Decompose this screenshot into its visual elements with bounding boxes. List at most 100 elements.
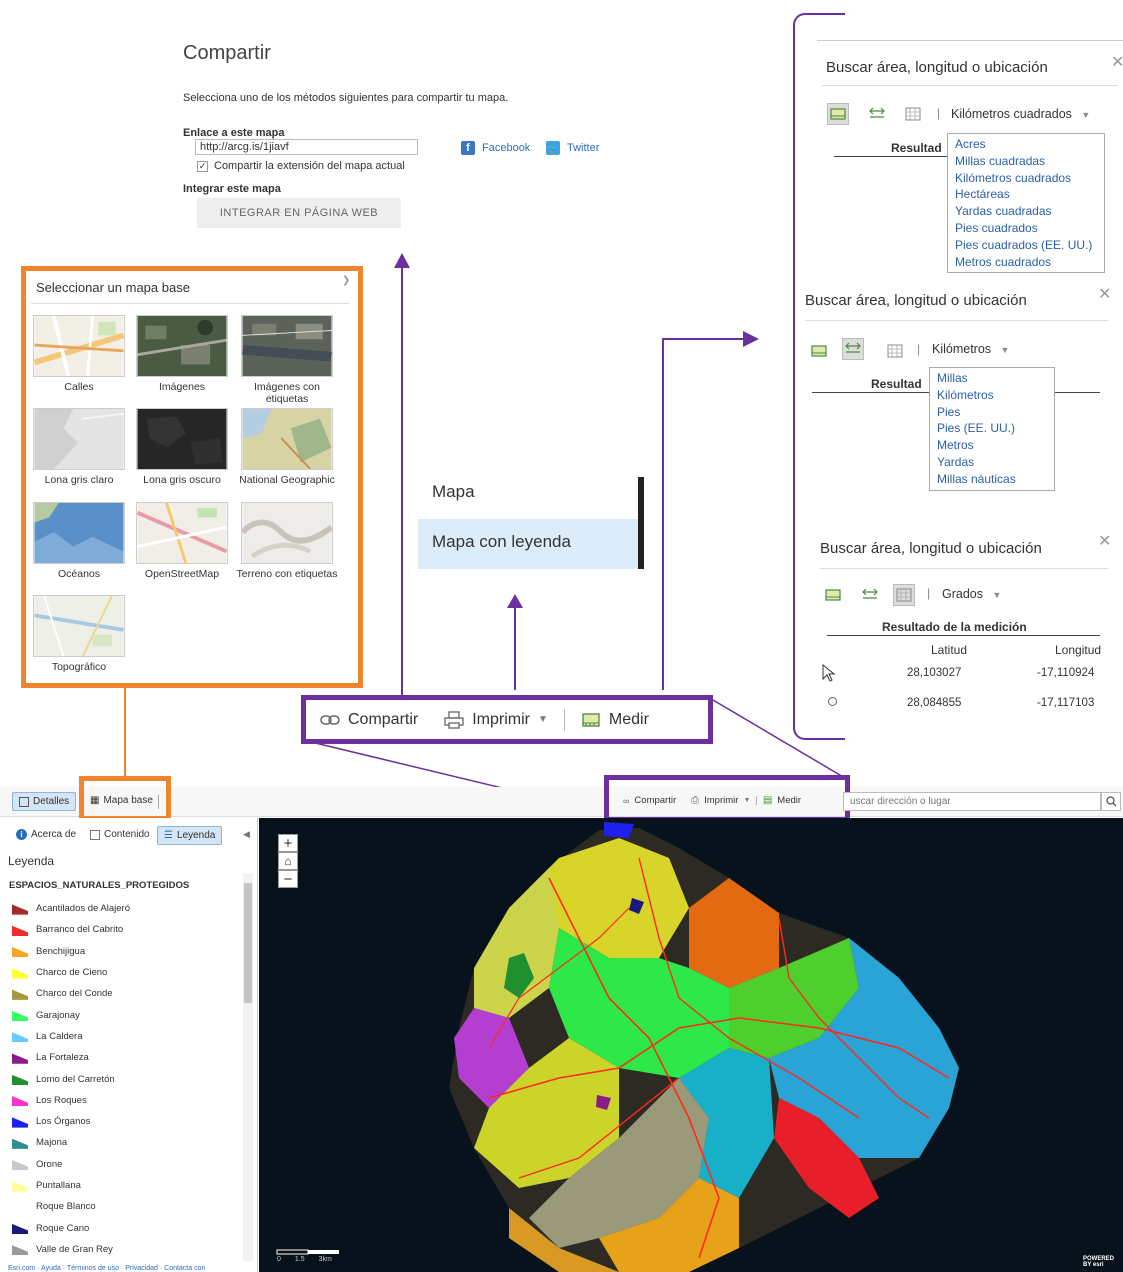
- location-unit-select[interactable]: Grados ▼: [942, 587, 1001, 601]
- basemap-item-imagenes-etiquetas[interactable]: Imágenes con etiquetas: [232, 315, 342, 405]
- print-button[interactable]: Imprimir ▼: [444, 711, 548, 729]
- close-icon[interactable]: ✕: [1111, 52, 1123, 72]
- legend-item: Lomo del Carretón: [12, 1068, 237, 1089]
- legend-label: Los Roques: [36, 1094, 87, 1106]
- unit-option[interactable]: Pies (EE. UU.): [937, 420, 1047, 437]
- scrollbar[interactable]: [243, 873, 253, 1261]
- print-option-map-legend[interactable]: Mapa con leyenda: [432, 532, 571, 552]
- close-icon[interactable]: ✕: [1098, 531, 1111, 551]
- basemap-label: Terreno con etiquetas: [236, 568, 338, 580]
- basemap-item-terreno[interactable]: Terreno con etiquetas: [232, 502, 342, 580]
- basemap-item-openstreetmap[interactable]: OpenStreetMap: [127, 502, 237, 580]
- basemap-item-topografico[interactable]: Topográfico: [24, 595, 134, 673]
- legend-list: Acantilados de Alajeró Barranco del Cabri…: [12, 898, 237, 1260]
- area-tool-button[interactable]: [808, 340, 830, 362]
- print-option-map[interactable]: Mapa: [432, 482, 475, 502]
- location-icon: [887, 344, 903, 358]
- unit-option[interactable]: Metros: [937, 437, 1047, 454]
- location-tool-button[interactable]: [884, 340, 906, 362]
- basemap-item-national-geographic[interactable]: National Geographic: [232, 408, 342, 486]
- map-view[interactable]: + ⌂ − 0 1.5 3km POWERED BY esri: [259, 818, 1123, 1272]
- unit-option[interactable]: Hectáreas: [955, 186, 1097, 203]
- basemap-item-lona-gris-claro[interactable]: Lona gris claro: [24, 408, 134, 486]
- legend-label: Puntallana: [36, 1180, 81, 1191]
- esri-attribution: POWERED BY esri: [1083, 1256, 1115, 1268]
- legend-icon: ☰: [164, 830, 173, 841]
- legend-item: Garajonay: [12, 1004, 237, 1025]
- collapse-icon[interactable]: ◀: [243, 829, 250, 840]
- legend-item: Charco del Conde: [12, 983, 237, 1004]
- legend-label: Majona: [36, 1137, 68, 1149]
- chevron-down-icon: ▼: [538, 714, 548, 725]
- unit-option[interactable]: Metros cuadrados: [955, 254, 1097, 271]
- divider: |: [917, 342, 921, 356]
- area-unit-dropdown[interactable]: Acres Millas cuadradas Kilómetros cuadra…: [947, 133, 1105, 274]
- divider: |: [937, 106, 941, 120]
- home-button[interactable]: ⌂: [278, 852, 298, 870]
- area-unit-select[interactable]: Kilómetros cuadrados ▼: [951, 107, 1090, 121]
- unit-option[interactable]: Yardas cuadradas: [955, 203, 1097, 220]
- zoom-out-button[interactable]: −: [278, 870, 298, 888]
- distance-tool-button[interactable]: [859, 584, 881, 606]
- search-button[interactable]: [1101, 792, 1121, 811]
- natgeo-thumb: [241, 408, 333, 470]
- streets-thumb: [33, 315, 125, 377]
- footer-links[interactable]: Esri.com · Ayuda · Términos de uso · Pri…: [8, 1265, 205, 1272]
- unit-option[interactable]: Pies: [937, 404, 1047, 421]
- unit-option[interactable]: Pies cuadrados (EE. UU.): [955, 237, 1097, 254]
- layer-name: ESPACIOS_NATURALES_PROTEGIDOS: [9, 880, 190, 891]
- search-input[interactable]: [843, 792, 1101, 811]
- distance-unit-label: Kilómetros: [932, 342, 992, 356]
- location-tool-button[interactable]: [893, 584, 915, 606]
- cursor-icon: [822, 664, 836, 682]
- legend-swatch: [12, 925, 28, 936]
- share-button[interactable]: Compartir: [320, 711, 418, 729]
- area-icon: [825, 589, 841, 601]
- scrollbar-thumb[interactable]: [244, 883, 252, 1003]
- distance-unit-dropdown[interactable]: Millas Kilómetros Pies Pies (EE. UU.) Me…: [929, 367, 1055, 491]
- printer-icon: [444, 710, 464, 729]
- basemap-item-oceanos[interactable]: Océanos: [24, 502, 134, 580]
- basemap-item-calles[interactable]: Calles: [24, 315, 134, 393]
- unit-option[interactable]: Kilómetros: [937, 387, 1047, 404]
- legend-item: Acantilados de Alajeró: [12, 898, 237, 919]
- location-tool-button[interactable]: [902, 103, 924, 125]
- measure-button[interactable]: Medir: [581, 711, 649, 729]
- basemap-item-lona-gris-oscuro[interactable]: Lona gris oscuro: [127, 408, 237, 486]
- toolbar-highlight: [604, 775, 850, 822]
- distance-tool-button[interactable]: [842, 338, 864, 360]
- unit-option[interactable]: Yardas: [937, 454, 1047, 471]
- close-icon[interactable]: ✕: [1098, 284, 1111, 304]
- basemap-item-imagenes[interactable]: Imágenes: [127, 315, 237, 393]
- dark-gray-thumb: [136, 408, 228, 470]
- unit-option[interactable]: Millas náuticas: [937, 471, 1047, 488]
- zoom-in-button[interactable]: +: [278, 834, 298, 852]
- legend-label: Acantilados de Alajeró: [36, 903, 131, 915]
- basemap-label: Topográfico: [51, 661, 107, 673]
- details-button[interactable]: Detalles: [12, 792, 77, 811]
- legend-swatch: [12, 1032, 28, 1043]
- measure-area-title: Buscar área, longitud o ubicación: [826, 59, 1048, 76]
- tab-about[interactable]: i Acerca de: [10, 826, 82, 843]
- area-tool-button[interactable]: [822, 584, 844, 606]
- unit-option[interactable]: Acres: [955, 136, 1097, 153]
- chevron-down-icon: ▼: [1081, 110, 1091, 120]
- legend-label: Charco de Cieno: [36, 967, 108, 979]
- close-icon[interactable]: ❯: [342, 275, 350, 286]
- distance-unit-select[interactable]: Kilómetros ▼: [932, 342, 1009, 356]
- unit-option[interactable]: Pies cuadrados: [955, 220, 1097, 237]
- unit-option[interactable]: Kilómetros cuadrados: [955, 170, 1097, 187]
- area-tool-button[interactable]: [827, 103, 849, 125]
- unit-option[interactable]: Millas: [937, 370, 1047, 387]
- distance-tool-button[interactable]: [866, 103, 888, 125]
- distance-icon: [845, 342, 861, 353]
- basemap-label: Imágenes con etiquetas: [254, 381, 320, 405]
- tab-legend[interactable]: ☰ Leyenda: [157, 826, 223, 845]
- legend-item: Majona: [12, 1132, 237, 1153]
- tab-content[interactable]: Contenido: [84, 826, 156, 843]
- location-lon-value: -17,117103: [1037, 697, 1095, 709]
- unit-option[interactable]: Millas cuadradas: [955, 153, 1097, 170]
- location-lat-value: 28,103027: [907, 667, 962, 679]
- area-result-label: Resultad: [891, 141, 942, 155]
- divider: [817, 40, 1123, 41]
